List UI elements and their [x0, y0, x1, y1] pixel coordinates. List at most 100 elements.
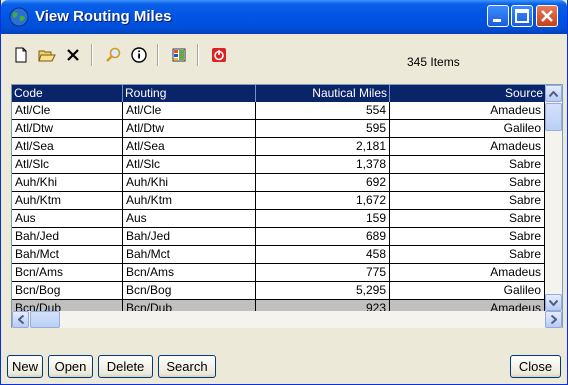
cell-nautical-miles: 159: [256, 210, 390, 228]
minimize-icon: [493, 19, 501, 22]
close-window-button[interactable]: [536, 5, 558, 27]
cell-code: Atl/Slc: [12, 156, 123, 174]
table-row[interactable]: Atl/Sea Atl/Sea 2,181 Amadeus: [12, 138, 545, 156]
scroll-up-button[interactable]: [545, 85, 562, 102]
search-button[interactable]: Search: [158, 355, 216, 378]
cell-source: Sabre: [390, 174, 545, 192]
cell-nautical-miles: 458: [256, 246, 390, 264]
horizontal-scroll-thumb[interactable]: [30, 311, 60, 328]
routing-miles-table[interactable]: Code Routing Nautical Miles Source Atl/C…: [11, 84, 563, 328]
cell-source: Amadeus: [390, 264, 545, 282]
cell-routing: Atl/Sea: [123, 138, 256, 156]
cell-nautical-miles: 554: [256, 102, 390, 120]
delete-tool-button[interactable]: [61, 43, 85, 67]
new-document-icon: [15, 47, 27, 63]
table-row[interactable]: Atl/Slc Atl/Slc 1,378 Sabre: [12, 156, 545, 174]
cell-nautical-miles: 1,672: [256, 192, 390, 210]
info-icon: [131, 47, 147, 63]
cell-routing: Aus: [123, 210, 256, 228]
window-title: View Routing Miles: [35, 8, 172, 25]
cell-nautical-miles: 775: [256, 264, 390, 282]
title-bar[interactable]: View Routing Miles: [1, 0, 567, 34]
table-row[interactable]: Bah/Mct Bah/Mct 458 Sabre: [12, 246, 545, 264]
cell-source: Sabre: [390, 192, 545, 210]
delete-x-icon: [67, 49, 79, 61]
scroll-down-button[interactable]: [545, 294, 562, 311]
cell-source: Galileo: [390, 282, 545, 300]
scroll-right-button[interactable]: [545, 311, 562, 328]
arrow-right-icon: [550, 315, 557, 324]
delete-button[interactable]: Delete: [98, 355, 153, 378]
cell-code: Aus: [12, 210, 123, 228]
cell-source: Amadeus: [390, 102, 545, 120]
new-tool-button[interactable]: [9, 43, 33, 67]
cell-routing: Atl/Slc: [123, 156, 256, 174]
column-header-nautical-miles[interactable]: Nautical Miles: [256, 85, 390, 102]
table-row[interactable]: Bcn/Ams Bcn/Ams 775 Amadeus: [12, 264, 545, 282]
cell-source: Sabre: [390, 246, 545, 264]
cell-nautical-miles: 1,378: [256, 156, 390, 174]
table-row[interactable]: Aus Aus 159 Sabre: [12, 210, 545, 228]
table-row[interactable]: Atl/Cle Atl/Cle 554 Amadeus: [12, 102, 545, 120]
view-routing-miles-window: View Routing Miles 345 Items Code Routin…: [0, 0, 568, 385]
cell-nautical-miles: 595: [256, 120, 390, 138]
column-header-code[interactable]: Code: [12, 85, 123, 102]
arrow-left-icon: [17, 315, 24, 324]
cell-code: Bah/Mct: [12, 246, 123, 264]
cell-routing: Bcn/Bog: [123, 282, 256, 300]
maximize-button[interactable]: [511, 5, 533, 27]
toolbar-separator: [157, 44, 159, 66]
cell-routing: Bah/Jed: [123, 228, 256, 246]
cell-routing: Bah/Mct: [123, 246, 256, 264]
search-tool-button[interactable]: [101, 43, 125, 67]
cell-routing: Auh/Ktm: [123, 192, 256, 210]
cell-source: Galileo: [390, 120, 545, 138]
cell-routing: Bcn/Ams: [123, 264, 256, 282]
maximize-icon: [515, 9, 529, 23]
cell-nautical-miles: 689: [256, 228, 390, 246]
close-icon: [541, 10, 553, 22]
cell-source: Sabre: [390, 228, 545, 246]
minimize-button[interactable]: [487, 5, 509, 27]
open-button[interactable]: Open: [48, 355, 93, 378]
table-row[interactable]: Bcn/Bog Bcn/Bog 5,295 Galileo: [12, 282, 545, 300]
items-count: 345 Items: [407, 55, 460, 69]
table-header: Code Routing Nautical Miles Source: [12, 85, 545, 102]
horizontal-scrollbar[interactable]: [12, 311, 562, 328]
cell-nautical-miles: 2,181: [256, 138, 390, 156]
vertical-scroll-thumb[interactable]: [545, 103, 562, 131]
arrow-down-icon: [549, 299, 558, 306]
toolbar: 345 Items: [5, 38, 563, 72]
open-tool-button[interactable]: [35, 43, 59, 67]
new-button[interactable]: New: [7, 355, 43, 378]
exit-tool-button[interactable]: [207, 43, 231, 67]
cell-nautical-miles: 5,295: [256, 282, 390, 300]
close-button[interactable]: Close: [510, 355, 561, 378]
cell-source: Sabre: [390, 210, 545, 228]
cell-code: Bah/Jed: [12, 228, 123, 246]
cell-code: Auh/Khi: [12, 174, 123, 192]
search-magnifier-icon: [106, 47, 121, 62]
vertical-scrollbar[interactable]: [545, 85, 562, 311]
toolbar-separator: [197, 44, 199, 66]
info-tool-button[interactable]: [127, 43, 151, 67]
cell-code: Atl/Dtw: [12, 120, 123, 138]
column-header-source[interactable]: Source: [390, 85, 545, 102]
cell-nautical-miles: 692: [256, 174, 390, 192]
scroll-left-button[interactable]: [12, 311, 29, 328]
toolbar-separator: [91, 44, 93, 66]
table-row[interactable]: Auh/Khi Auh/Khi 692 Sabre: [12, 174, 545, 192]
table-row[interactable]: Atl/Dtw Atl/Dtw 595 Galileo: [12, 120, 545, 138]
columns-tool-button[interactable]: [167, 43, 191, 67]
cell-code: Atl/Cle: [12, 102, 123, 120]
table-row[interactable]: Bah/Jed Bah/Jed 689 Sabre: [12, 228, 545, 246]
cell-code: Auh/Ktm: [12, 192, 123, 210]
cell-code: Bcn/Ams: [12, 264, 123, 282]
cell-source: Sabre: [390, 156, 545, 174]
cell-code: Bcn/Bog: [12, 282, 123, 300]
power-icon: [212, 48, 226, 62]
column-header-routing[interactable]: Routing: [123, 85, 256, 102]
table-row[interactable]: Auh/Ktm Auh/Ktm 1,672 Sabre: [12, 192, 545, 210]
globe-icon: [9, 7, 29, 27]
cell-routing: Auh/Khi: [123, 174, 256, 192]
